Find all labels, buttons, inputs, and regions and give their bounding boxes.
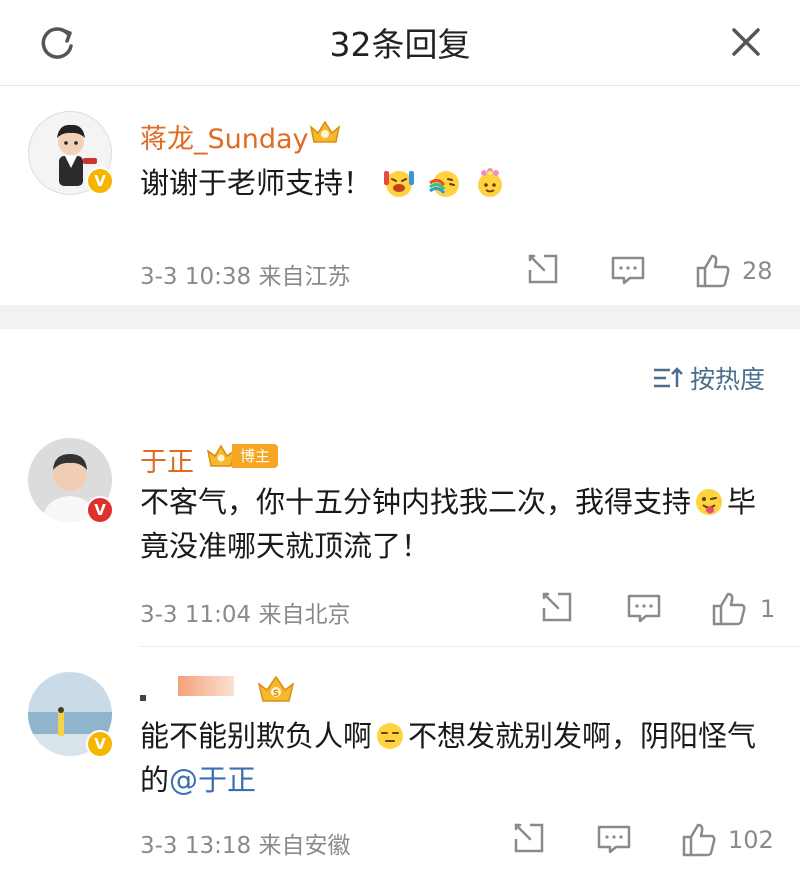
share-button[interactable] [526, 252, 562, 288]
page-title: 32条回复 [329, 25, 471, 64]
comment-icon [611, 256, 645, 285]
comment-meta: 3-3 10:38 来自江苏 [140, 257, 350, 291]
comment-item: V 蒋龙_Sunday 谢谢于老师支持！ 3-3 10:38 来自江苏 28 [0, 87, 800, 305]
tongue-emoji-icon [696, 489, 723, 515]
redacted-mark [140, 695, 146, 701]
avatar[interactable]: V [28, 438, 118, 528]
avatar[interactable]: V [28, 111, 118, 201]
like-count: 102 [728, 826, 774, 854]
avatar[interactable]: V [28, 672, 118, 762]
svg-text:S: S [273, 689, 279, 699]
comment-date: 3-3 13:18 [140, 833, 252, 859]
comment-date: 3-3 11:04 [140, 602, 252, 628]
username[interactable]: 于正 [140, 440, 194, 479]
reply-button[interactable] [610, 252, 646, 288]
comment-location: 来自江苏 [258, 264, 351, 290]
comment-location: 来自安徽 [258, 833, 351, 859]
close-icon[interactable] [726, 22, 766, 62]
verified-badge-icon: V [86, 496, 114, 524]
sort-label: 按热度 [690, 365, 766, 394]
verified-badge-icon: V [86, 730, 114, 758]
sort-icon [654, 367, 683, 388]
blogger-badge-label: 博主 [232, 444, 279, 468]
redacted-username [178, 676, 234, 696]
header-bar: 32条回复 [0, 0, 800, 86]
comment-location: 来自北京 [258, 602, 351, 628]
reply-button[interactable] [596, 821, 632, 857]
like-button[interactable]: 1 [710, 590, 775, 628]
sleepy-emoji-icon [377, 723, 404, 749]
comment-text: 谢谢于老师支持！ [140, 161, 770, 205]
comment-icon [627, 594, 661, 623]
share-button[interactable] [540, 590, 576, 626]
blogger-badge: 博主 [206, 442, 279, 470]
section-divider [0, 305, 800, 329]
comment-separator [140, 646, 800, 647]
share-icon [542, 592, 572, 622]
comment-meta: 3-3 11:04 来自北京 [140, 595, 350, 629]
thumbs-up-icon [712, 592, 746, 626]
share-icon [514, 823, 544, 853]
username[interactable]: 蒋龙_Sunday [140, 117, 309, 156]
crown-badge-icon [309, 120, 341, 143]
like-count: 28 [742, 257, 773, 285]
share-button[interactable] [512, 821, 548, 857]
thumbs-up-icon [682, 823, 716, 857]
comment-text: 不客气，你十五分钟内找我二次，我得支持 毕竟没准哪天就顶流了！ [140, 485, 757, 563]
comment-item: V 于正 博主 不客气，你十五分钟内找我二次，我得支持 毕竟没准哪天就顶流了！ … [0, 420, 800, 642]
share-icon [528, 254, 558, 284]
user-mention-link[interactable]: @于正 [169, 763, 256, 797]
thumbs-up-icon [696, 254, 730, 288]
flower-emoji-icon [477, 168, 502, 197]
cheering-emoji-icon [384, 171, 415, 197]
like-button[interactable]: 102 [680, 821, 774, 859]
comment-icon [597, 825, 631, 854]
like-count: 1 [760, 595, 776, 623]
comment-date: 3-3 10:38 [140, 264, 252, 290]
like-button[interactable]: 28 [694, 252, 773, 290]
crown-badge-icon: S [257, 675, 295, 702]
comment-item: V S 能不能别欺负人啊 不想发就别发啊，阴阳怪气的@于正 3-3 13:18 … [0, 650, 800, 870]
comment-text: 能不能别欺负人啊 不想发就别发啊，阴阳怪气的@于正 [140, 719, 757, 797]
sort-button[interactable]: 按热度 [652, 360, 765, 396]
comment-meta: 3-3 13:18 来自安徽 [140, 826, 350, 860]
verified-badge-icon: V [86, 167, 114, 195]
rainbow-emoji-icon [429, 171, 460, 197]
reply-button[interactable] [626, 590, 662, 626]
